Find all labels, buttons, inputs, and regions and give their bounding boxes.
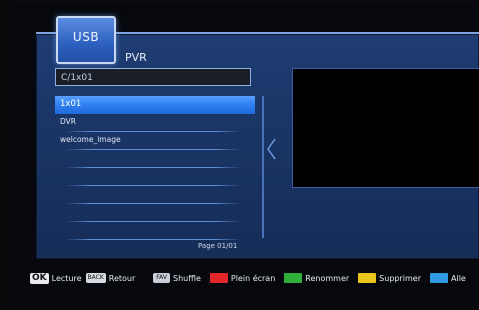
file-row[interactable]	[55, 186, 255, 204]
list-divider	[262, 96, 264, 238]
file-row[interactable]: DVR	[55, 114, 255, 132]
file-row-label: welcome_image	[60, 135, 121, 144]
file-row[interactable]: 1x01	[55, 96, 255, 114]
ok-hint-label: Lecture	[51, 273, 82, 283]
usb-tab[interactable]: USB	[56, 16, 116, 64]
ok-key-icon: OK	[30, 272, 49, 284]
usb-tab-label: USB	[72, 30, 100, 44]
file-row-label: DVR	[60, 117, 76, 126]
red-key-icon	[209, 273, 228, 283]
back-key-icon: BACK	[85, 273, 106, 283]
back-hint-label: Retour	[108, 273, 136, 283]
yellow-key-icon	[358, 273, 377, 283]
red-hint-label: Plein écran	[230, 273, 276, 283]
green-key-icon	[284, 273, 303, 283]
blue-hint-label: Alle	[451, 273, 466, 283]
key-hint-bar: OK Lecture BACK Retour FAV Shuffle Plein…	[30, 268, 479, 288]
file-row[interactable]	[55, 150, 255, 168]
green-hint-label: Renommer	[305, 273, 350, 283]
file-list: 1x01 DVR welcome_image	[55, 96, 255, 240]
collapse-arrow-icon	[267, 138, 276, 160]
page-indicator: Page 01/01	[198, 242, 238, 250]
file-row-label: 1x01	[60, 99, 82, 109]
file-row[interactable]	[55, 168, 255, 186]
page-title: PVR	[125, 51, 147, 64]
fav-key-icon: FAV	[153, 273, 171, 283]
fav-hint-label: Shuffle	[173, 273, 201, 283]
file-row[interactable]: welcome_image	[55, 132, 255, 150]
yellow-hint-label: Supprimer	[379, 273, 421, 283]
file-row[interactable]	[55, 204, 255, 222]
blue-key-icon	[430, 273, 448, 283]
current-path-field: C/1x01	[55, 68, 251, 86]
file-row[interactable]	[55, 222, 255, 240]
preview-window	[292, 68, 479, 188]
